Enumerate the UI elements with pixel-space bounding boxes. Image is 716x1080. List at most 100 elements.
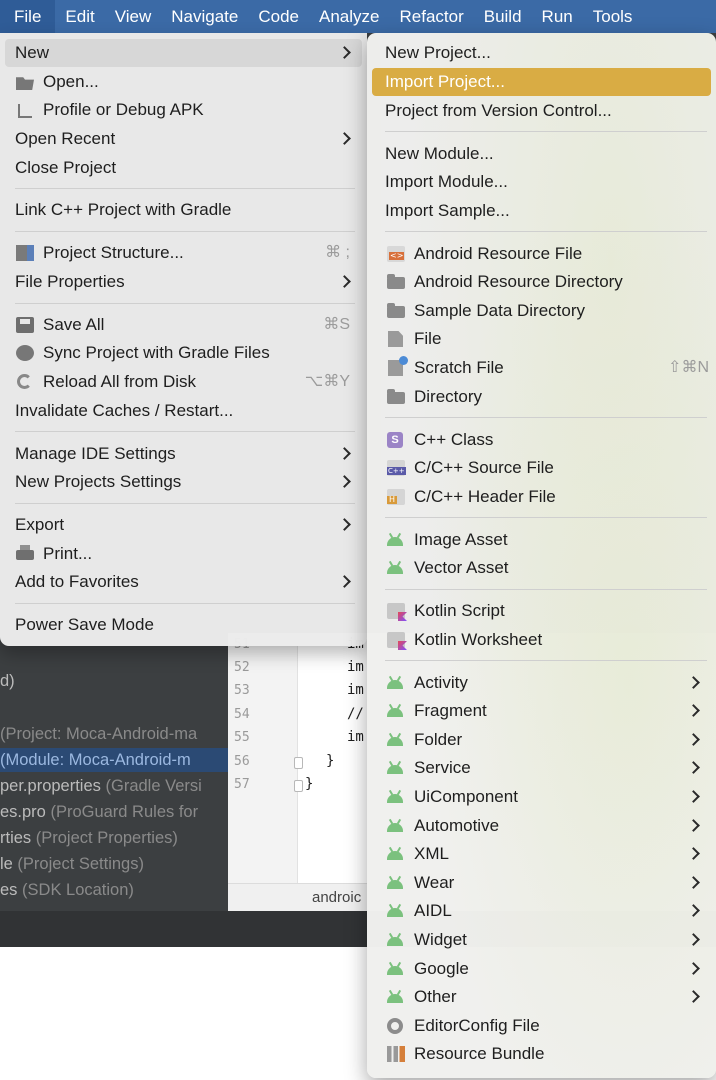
resource-bundle-icon xyxy=(387,1046,405,1062)
android-resource-file-item[interactable]: Android Resource File xyxy=(372,240,711,268)
file-menu-sync-gradle[interactable]: Sync Project with Gradle Files xyxy=(5,339,362,367)
tree-row-hint: (Module: Moca-Android-m xyxy=(0,751,191,769)
widget-item[interactable]: Widget xyxy=(372,926,711,954)
tree-row[interactable]: (Project: Moca-Android-ma xyxy=(0,722,228,746)
menu-separator xyxy=(15,503,355,504)
aidl-item[interactable]: AIDL xyxy=(372,897,711,925)
menu-item-label: Project Structure... xyxy=(43,243,184,262)
menu-refactor[interactable]: Refactor xyxy=(389,0,473,33)
file-menu-invalidate-caches[interactable]: Invalidate Caches / Restart... xyxy=(5,397,362,425)
directory-item[interactable]: Directory xyxy=(372,383,711,411)
tree-row[interactable]: le (Project Settings) xyxy=(0,852,228,876)
menu-view[interactable]: View xyxy=(105,0,162,33)
menu-edit[interactable]: Edit xyxy=(55,0,104,33)
file-menu-reload-all[interactable]: Reload All from Disk ⌥⌘Y xyxy=(5,368,362,396)
import-sample-item[interactable]: Import Sample... xyxy=(372,197,711,225)
cpp-header-file-item[interactable]: C/C++ Header File xyxy=(372,483,711,511)
new-module-item[interactable]: New Module... xyxy=(372,140,711,168)
new-project-item[interactable]: New Project... xyxy=(372,39,711,67)
menu-navigate[interactable]: Navigate xyxy=(161,0,248,33)
submenu-arrow-icon xyxy=(338,440,352,468)
android-icon xyxy=(387,937,403,946)
file-menu-close-project[interactable]: Close Project xyxy=(5,154,362,182)
automotive-item[interactable]: Automotive xyxy=(372,812,711,840)
fragment-item[interactable]: Fragment xyxy=(372,697,711,725)
menu-tools[interactable]: Tools xyxy=(583,0,643,33)
import-module-item[interactable]: Import Module... xyxy=(372,168,711,196)
project-from-vcs-item[interactable]: Project from Version Control... xyxy=(372,97,711,125)
tree-row[interactable]: d) xyxy=(0,669,228,693)
menu-item-shortcut: ⇧⌘N xyxy=(668,359,709,376)
fold-marker-icon[interactable] xyxy=(294,757,303,769)
profile-apk-icon xyxy=(16,102,34,118)
file-menu-profile-debug-apk[interactable]: Profile or Debug APK xyxy=(5,96,362,124)
file-menu-new-projects-settings[interactable]: New Projects Settings xyxy=(5,468,362,496)
kotlin-worksheet-item[interactable]: Kotlin Worksheet xyxy=(372,626,711,654)
submenu-arrow-icon xyxy=(338,511,352,539)
menu-analyze[interactable]: Analyze xyxy=(309,0,389,33)
fold-marker-icon[interactable] xyxy=(294,780,303,792)
google-item[interactable]: Google xyxy=(372,955,711,983)
tree-row-selected[interactable]: (Module: Moca-Android-m xyxy=(0,748,228,772)
menu-item-label: Google xyxy=(414,959,469,978)
menu-file[interactable]: File xyxy=(0,0,56,33)
submenu-arrow-icon xyxy=(687,697,701,725)
android-resource-directory-item[interactable]: Android Resource Directory xyxy=(372,268,711,296)
tree-row[interactable]: per.properties (Gradle Versi xyxy=(0,774,228,798)
menu-item-label: Import Sample... xyxy=(385,201,510,220)
file-menu-add-to-favorites[interactable]: Add to Favorites xyxy=(5,568,362,596)
menu-item-label: File Properties xyxy=(15,272,125,291)
kotlin-worksheet-icon xyxy=(387,632,405,648)
menu-item-label: C/C++ Source File xyxy=(414,458,554,477)
wear-item[interactable]: Wear xyxy=(372,869,711,897)
image-asset-item[interactable]: Image Asset xyxy=(372,526,711,554)
xml-item[interactable]: XML xyxy=(372,840,711,868)
file-menu-open[interactable]: Open... xyxy=(5,68,362,96)
import-project-item[interactable]: Import Project... xyxy=(372,68,711,96)
cpp-source-file-item[interactable]: C/C++ Source File xyxy=(372,454,711,482)
tree-row-hint: (Project: Moca-Android-ma xyxy=(0,725,198,743)
file-menu-export[interactable]: Export xyxy=(5,511,362,539)
tree-row[interactable]: es.pro (ProGuard Rules for xyxy=(0,800,228,824)
folder-item[interactable]: Folder xyxy=(372,726,711,754)
file-menu-project-structure[interactable]: Project Structure... ⌘ ; xyxy=(5,239,362,267)
menu-code[interactable]: Code xyxy=(248,0,309,33)
tree-row[interactable]: es (SDK Location) xyxy=(0,878,228,902)
editorconfig-file-item[interactable]: EditorConfig File xyxy=(372,1012,711,1040)
menu-item-label: AIDL xyxy=(414,901,452,920)
menu-item-label: Vector Asset xyxy=(414,558,509,577)
menu-build[interactable]: Build xyxy=(474,0,532,33)
service-item[interactable]: Service xyxy=(372,754,711,782)
resource-bundle-item[interactable]: Resource Bundle xyxy=(372,1040,711,1068)
file-menu-file-properties[interactable]: File Properties xyxy=(5,268,362,296)
scratch-file-item[interactable]: Scratch File ⇧⌘N xyxy=(372,354,711,382)
file-menu: New Open... Profile or Debug APK Open Re… xyxy=(0,33,367,646)
menu-item-label: Link C++ Project with Gradle xyxy=(15,200,232,219)
menu-separator xyxy=(15,188,355,189)
menu-item-label: Fragment xyxy=(414,701,487,720)
activity-item[interactable]: Activity xyxy=(372,669,711,697)
file-menu-link-cpp[interactable]: Link C++ Project with Gradle xyxy=(5,196,362,224)
tree-row-name: es xyxy=(0,881,18,899)
file-menu-open-recent[interactable]: Open Recent xyxy=(5,125,362,153)
uicomponent-item[interactable]: UiComponent xyxy=(372,783,711,811)
submenu-arrow-icon xyxy=(687,926,701,954)
gear-icon xyxy=(387,1018,403,1034)
file-menu-power-save-mode[interactable]: Power Save Mode xyxy=(5,611,362,639)
file-item[interactable]: File xyxy=(372,325,711,353)
other-item[interactable]: Other xyxy=(372,983,711,1011)
menu-separator xyxy=(15,431,355,432)
file-menu-print[interactable]: Print... xyxy=(5,540,362,568)
kotlin-script-item[interactable]: Kotlin Script xyxy=(372,597,711,625)
file-menu-manage-ide-settings[interactable]: Manage IDE Settings xyxy=(5,440,362,468)
scratch-file-icon xyxy=(388,356,408,376)
submenu-arrow-icon xyxy=(687,726,701,754)
menu-run[interactable]: Run xyxy=(532,0,583,33)
submenu-arrow-icon xyxy=(338,268,352,296)
vector-asset-item[interactable]: Vector Asset xyxy=(372,554,711,582)
sample-data-directory-item[interactable]: Sample Data Directory xyxy=(372,297,711,325)
cpp-class-item[interactable]: S C++ Class xyxy=(372,426,711,454)
file-menu-new[interactable]: New xyxy=(5,39,362,67)
tree-row[interactable]: rties (Project Properties) xyxy=(0,826,228,850)
file-menu-save-all[interactable]: Save All ⌘S xyxy=(5,311,362,339)
